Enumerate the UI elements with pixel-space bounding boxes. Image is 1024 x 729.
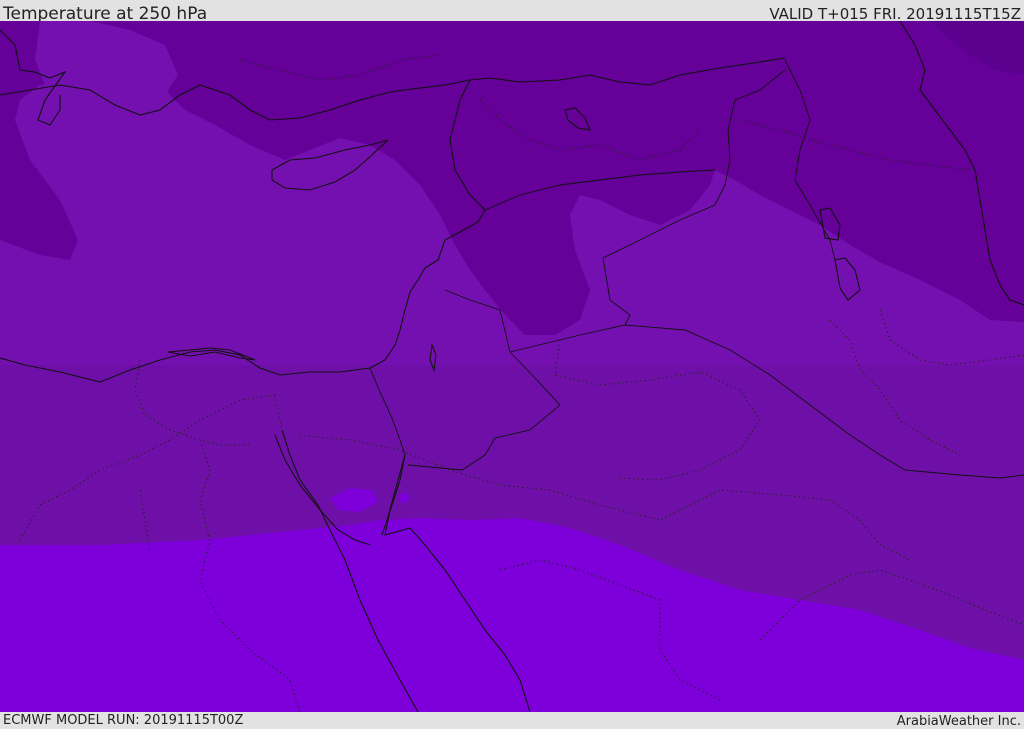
credit-label: ArabiaWeather Inc. [896,714,1021,729]
bottom-bar: ECMWF MODEL RUN: 20191115T00Z ArabiaWeat… [0,712,1024,729]
top-bar: Temperature at 250 hPa VALID T+015 FRI. … [0,0,1024,24]
model-run-label: ECMWF MODEL RUN: 20191115T00Z [3,713,244,728]
temperature-map[interactable] [0,21,1024,712]
